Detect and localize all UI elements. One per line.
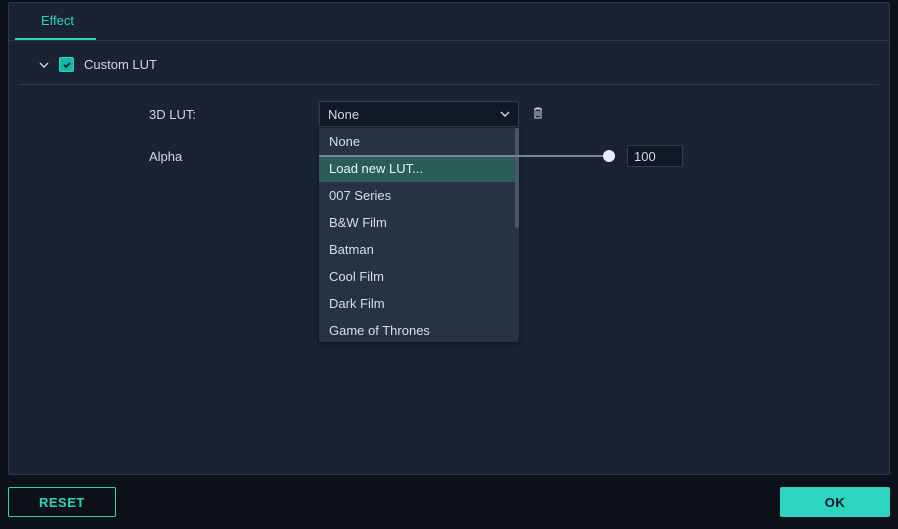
row-3d-lut: 3D LUT: None NoneLoad new LUT...007 Seri…	[149, 101, 869, 127]
lut-dropdown: NoneLoad new LUT...007 SeriesB&W FilmBat…	[319, 128, 519, 342]
lut-option[interactable]: Load new LUT...	[319, 155, 519, 182]
effect-panel: Effect Custom LUT 3D LUT: None NoneLoad …	[8, 2, 890, 475]
alpha-slider[interactable]	[319, 155, 609, 157]
section-content: 3D LUT: None NoneLoad new LUT...007 Seri…	[9, 85, 889, 167]
label-alpha: Alpha	[149, 149, 319, 164]
section-title: Custom LUT	[84, 57, 157, 72]
lut-option[interactable]: Batman	[319, 236, 519, 263]
lut-option[interactable]: Dark Film	[319, 290, 519, 317]
dropdown-scrollbar[interactable]	[515, 128, 519, 228]
section-header[interactable]: Custom LUT	[19, 45, 879, 85]
reset-button[interactable]: RESET	[8, 487, 116, 517]
lut-option[interactable]: Cool Film	[319, 263, 519, 290]
chevron-down-icon	[39, 60, 49, 70]
ok-button[interactable]: OK	[780, 487, 890, 517]
tab-effect[interactable]: Effect	[15, 3, 96, 40]
custom-lut-checkbox[interactable]	[59, 57, 74, 72]
chevron-down-icon	[500, 107, 510, 122]
alpha-slider-fill	[319, 155, 609, 157]
tabbar: Effect	[9, 3, 889, 41]
lut-select[interactable]: None	[319, 101, 519, 127]
alpha-slider-thumb[interactable]	[603, 150, 615, 162]
trash-icon[interactable]	[529, 104, 547, 125]
footer: RESET OK	[8, 487, 890, 517]
lut-select-value: None	[328, 107, 359, 122]
lut-select-wrap: None NoneLoad new LUT...007 SeriesB&W Fi…	[319, 101, 519, 127]
lut-option[interactable]: 007 Series	[319, 182, 519, 209]
lut-option[interactable]: Game of Thrones	[319, 317, 519, 342]
lut-option[interactable]: None	[319, 128, 519, 155]
lut-option[interactable]: B&W Film	[319, 209, 519, 236]
label-3d-lut: 3D LUT:	[149, 107, 319, 122]
alpha-input[interactable]	[627, 145, 683, 167]
